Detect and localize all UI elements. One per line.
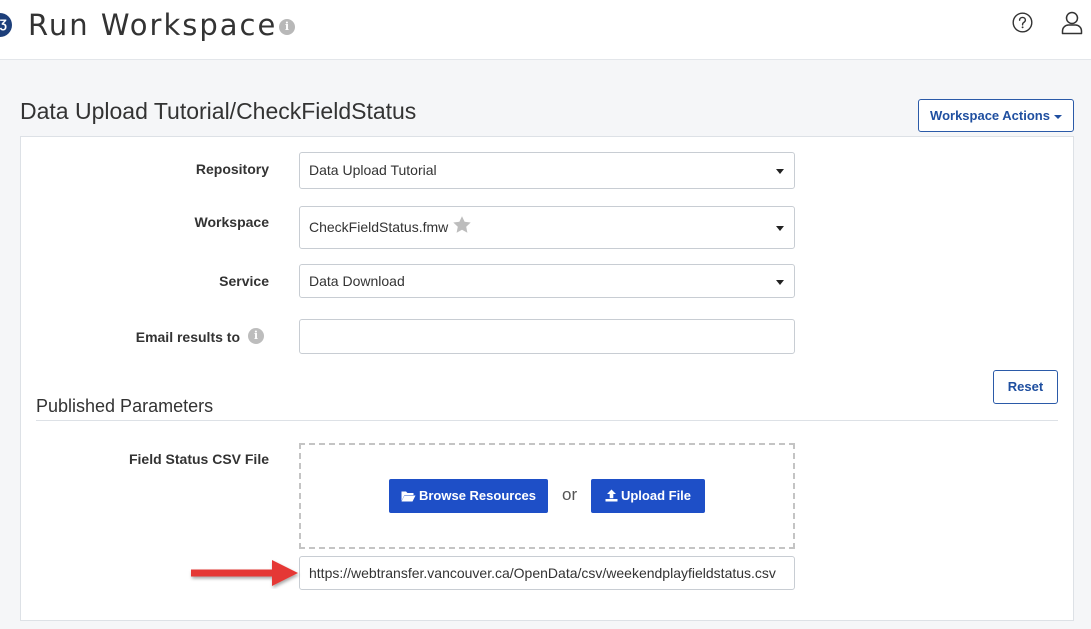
reset-button[interactable]: Reset (993, 370, 1058, 404)
info-icon[interactable]: i (279, 19, 295, 35)
or-separator: or (562, 485, 578, 504)
published-parameters-title: Published Parameters (36, 396, 214, 416)
service-select[interactable]: Data Download (299, 264, 795, 298)
red-arrow-annotation (191, 560, 298, 586)
email-field[interactable] (299, 319, 795, 354)
workspace-actions-button[interactable]: Workspace Actions (918, 99, 1074, 132)
repository-select[interactable]: Data Upload Tutorial (299, 152, 795, 189)
field-status-label: Field Status CSV File (128, 451, 269, 467)
repository-value: Data Upload Tutorial (309, 162, 437, 178)
workspace-value: CheckFieldStatus.fmw (309, 219, 449, 235)
app-title: Run Workspace (28, 8, 278, 42)
workspace-label: Workspace (194, 214, 269, 230)
upload-file-button[interactable]: Upload File (591, 479, 705, 513)
upload-file-label: Upload File (620, 488, 692, 503)
workspace-select[interactable]: CheckFieldStatus.fmw (299, 206, 795, 249)
info-icon[interactable]: i (248, 328, 264, 344)
page-title: Data Upload Tutorial/CheckFieldStatus (20, 98, 417, 124)
workspace-actions-label: Workspace Actions (930, 108, 1050, 123)
csv-url-field[interactable]: https://webtransfer.vancouver.ca/OpenDat… (299, 556, 795, 590)
caret-down-icon (776, 169, 784, 174)
upload-icon (605, 489, 618, 502)
section-divider (36, 420, 1058, 421)
folder-open-icon (401, 491, 416, 502)
caret-down-icon (776, 280, 784, 285)
top-bar: Ʒ Run Workspace i (0, 0, 1091, 60)
caret-down-icon (1053, 114, 1062, 119)
service-value: Data Download (309, 273, 405, 289)
browse-resources-button[interactable]: Browse Resources (389, 479, 548, 513)
email-label: Email results to (135, 329, 240, 345)
service-label: Service (219, 273, 269, 289)
caret-down-icon (776, 226, 784, 231)
star-icon[interactable] (452, 215, 472, 235)
repository-label: Repository (195, 161, 269, 177)
app-logo-icon[interactable]: Ʒ (0, 13, 12, 37)
question-circle-icon[interactable] (1012, 12, 1033, 33)
browse-resources-label: Browse Resources (418, 488, 537, 503)
user-icon[interactable] (1061, 11, 1083, 35)
